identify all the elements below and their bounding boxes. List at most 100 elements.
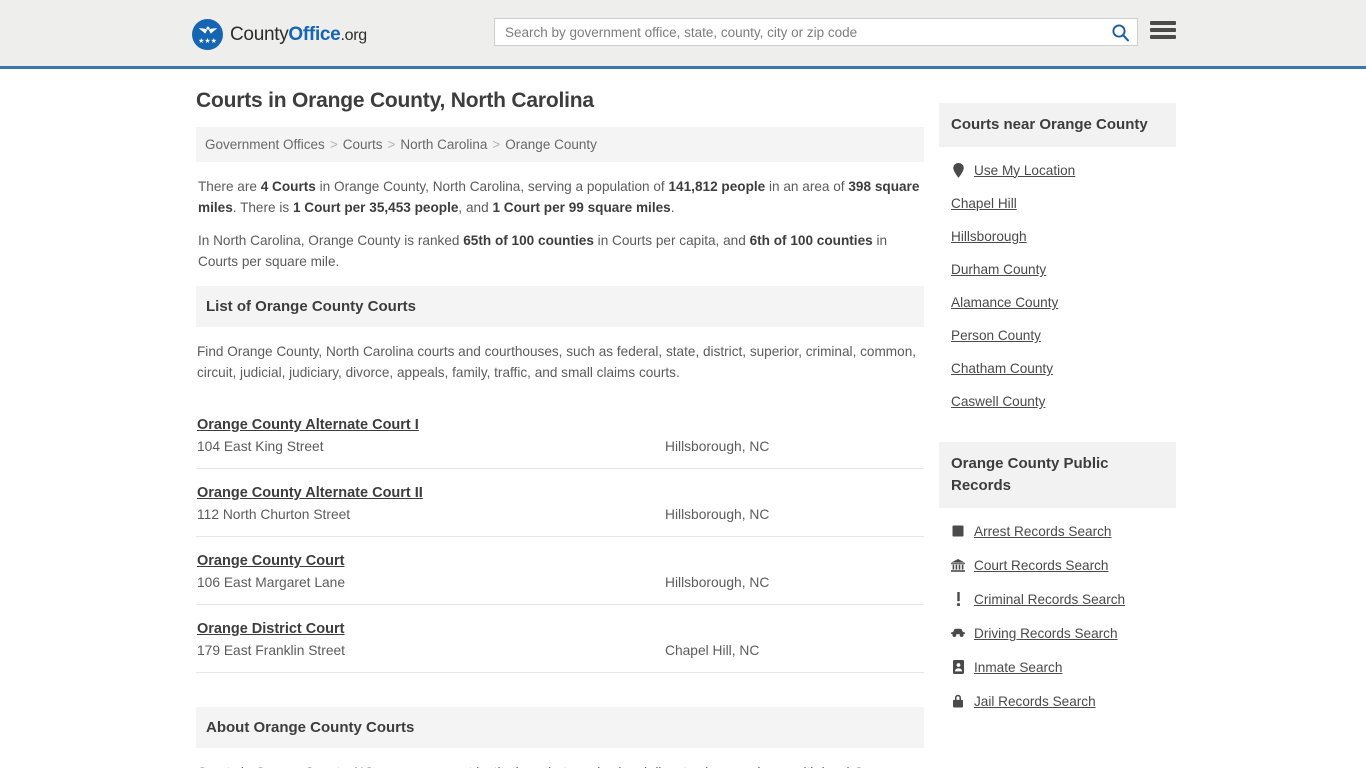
sidebar-item-driving-records-search[interactable]: Driving Records Search — [939, 616, 1176, 650]
stat-text: in Orange County, North Carolina, servin… — [315, 179, 669, 194]
court-address: 106 East Margaret Lane — [197, 575, 346, 590]
nearby-courts-heading: Courts near Orange County — [939, 103, 1176, 147]
logo-text-county: County — [230, 23, 289, 45]
court-city: Chapel Hill, NC — [665, 643, 760, 658]
page-title: Courts in Orange County, North Carolina — [196, 89, 594, 112]
stat-value: 1 Court per 35,453 people — [292, 200, 459, 215]
court-name-link[interactable]: Orange County Alternate Court I — [197, 417, 419, 433]
sidebar-item-chatham-county[interactable]: Chatham County — [939, 352, 1176, 385]
breadcrumb-separator: > — [387, 137, 396, 152]
public-records-heading: Orange County Public Records — [939, 442, 1176, 508]
public-records-card: Orange County Public Records Arrest Reco… — [939, 442, 1176, 718]
breadcrumb-separator: > — [329, 137, 338, 152]
court-name-link[interactable]: Orange District Court — [197, 621, 344, 637]
logo-text-org: .org — [340, 26, 367, 44]
arrest-square-icon — [951, 523, 965, 539]
list-section-heading: List of Orange County Courts — [196, 286, 924, 327]
list-section-description: Find Orange County, North Carolina court… — [197, 344, 917, 380]
sidebar-item-jail-records-search[interactable]: Jail Records Search — [939, 684, 1176, 718]
sidebar-link-label[interactable]: Person County — [951, 328, 1041, 343]
sidebar-item-use-my-location[interactable]: Use My Location — [939, 153, 1176, 187]
nearby-courts-card: Courts near Orange County Use My Locatio… — [939, 103, 1176, 418]
courthouse-icon — [951, 557, 965, 573]
sidebar-item-alamance-county[interactable]: Alamance County — [939, 286, 1176, 319]
breadcrumb-item-courts[interactable]: Courts — [343, 137, 383, 152]
breadcrumb-item-government-offices[interactable]: Government Offices — [205, 137, 325, 152]
sidebar-item-criminal-records-search[interactable]: Criminal Records Search — [939, 582, 1176, 616]
car-icon — [951, 625, 965, 641]
sidebar-link-label[interactable]: Court Records Search — [974, 558, 1108, 573]
sidebar-item-hillsborough[interactable]: Hillsborough — [939, 220, 1176, 253]
breadcrumb: Government Offices > Courts > North Carolina… — [196, 127, 924, 162]
search-bar[interactable] — [494, 18, 1138, 46]
site-header: ★★★ CountyOffice.org — [0, 0, 1366, 69]
breadcrumb-item-north-carolina[interactable]: North Carolina — [400, 137, 487, 152]
search-button[interactable] — [1103, 19, 1137, 45]
map-pin-icon — [951, 162, 965, 178]
sidebar-link-label[interactable]: Durham County — [951, 262, 1046, 277]
sidebar: Courts near Orange County Use My Locatio… — [939, 69, 1176, 768]
sidebar-item-chapel-hill[interactable]: Chapel Hill — [939, 187, 1176, 220]
court-city: Hillsborough, NC — [665, 507, 770, 522]
stat-text: . There is — [232, 200, 293, 215]
logo-text: CountyOffice.org — [230, 24, 367, 46]
sidebar-link-label[interactable]: Chatham County — [951, 361, 1053, 376]
table-row: Orange District Court 179 East Franklin … — [196, 605, 924, 673]
table-row: Orange County Alternate Court I 104 East… — [196, 401, 924, 469]
table-row: Orange County Alternate Court II 112 Nor… — [196, 469, 924, 537]
court-name-link[interactable]: Orange County Court — [197, 553, 344, 569]
nearby-courts-list: Use My Location Chapel Hill Hillsborough… — [939, 147, 1176, 418]
table-row: Orange County Court 106 East Margaret La… — [196, 537, 924, 605]
id-badge-icon — [951, 659, 965, 675]
sidebar-item-person-county[interactable]: Person County — [939, 319, 1176, 352]
court-list: Orange County Alternate Court I 104 East… — [196, 401, 924, 673]
sidebar-item-durham-county[interactable]: Durham County — [939, 253, 1176, 286]
stat-value: 1 Court per 99 square miles — [492, 200, 671, 215]
intro-paragraph-2: In North Carolina, Orange County is rank… — [197, 230, 923, 272]
site-logo[interactable]: ★★★ CountyOffice.org — [192, 19, 367, 50]
sidebar-link-label[interactable]: Use My Location — [974, 163, 1075, 178]
stat-value: 6th of 100 counties — [749, 233, 873, 248]
lock-icon — [951, 693, 965, 709]
hamburger-menu-icon[interactable] — [1150, 19, 1176, 41]
hamburger-bar-3 — [1150, 35, 1176, 39]
hamburger-bar-1 — [1150, 21, 1176, 25]
breadcrumb-item-orange-county[interactable]: Orange County — [505, 137, 597, 152]
intro-paragraph-1: There are 4 Courts in Orange County, Nor… — [197, 176, 923, 218]
stat-value: 4 Courts — [260, 179, 316, 194]
about-section-heading: About Orange County Courts — [196, 707, 924, 748]
sidebar-link-label[interactable]: Alamance County — [951, 295, 1058, 310]
court-address: 179 East Franklin Street — [197, 643, 346, 658]
search-icon — [1111, 23, 1129, 41]
eagle-glyph — [198, 26, 217, 34]
sidebar-item-inmate-search[interactable]: Inmate Search — [939, 650, 1176, 684]
court-detail: 106 East Margaret Lane Hillsborough, NC — [197, 575, 923, 590]
sidebar-item-caswell-county[interactable]: Caswell County — [939, 385, 1176, 418]
stat-text: In North Carolina, Orange County is rank… — [198, 233, 464, 248]
breadcrumb-separator: > — [492, 137, 501, 152]
stars-glyph: ★★★ — [198, 38, 217, 45]
sidebar-item-arrest-records-search[interactable]: Arrest Records Search — [939, 514, 1176, 548]
stat-value: 65th of 100 counties — [463, 233, 594, 248]
court-address: 112 North Churton Street — [197, 507, 351, 522]
sidebar-link-label[interactable]: Hillsborough — [951, 229, 1027, 244]
sidebar-link-label[interactable]: Arrest Records Search — [974, 524, 1112, 539]
about-section-text: Courts in Orange County, NC are governme… — [196, 762, 924, 768]
sidebar-link-label[interactable]: Jail Records Search — [974, 694, 1096, 709]
sidebar-link-label[interactable]: Chapel Hill — [951, 196, 1017, 211]
stat-value: 141,812 people — [668, 179, 766, 194]
public-records-list: Arrest Records Search Court Records Sear… — [939, 508, 1176, 718]
sidebar-link-label[interactable]: Caswell County — [951, 394, 1045, 409]
sidebar-item-court-records-search[interactable]: Court Records Search — [939, 548, 1176, 582]
intro-statistics: There are 4 Courts in Orange County, Nor… — [196, 176, 924, 272]
search-input[interactable] — [495, 19, 1103, 45]
about-section: About Orange County Courts Courts in Ora… — [196, 707, 924, 768]
stat-text: There are — [198, 179, 261, 194]
sidebar-link-label[interactable]: Inmate Search — [974, 660, 1062, 675]
exclamation-icon — [951, 591, 965, 607]
stat-text: , and — [458, 200, 493, 215]
court-detail: 112 North Churton Street Hillsborough, N… — [197, 507, 923, 522]
sidebar-link-label[interactable]: Criminal Records Search — [974, 592, 1125, 607]
court-name-link[interactable]: Orange County Alternate Court II — [197, 485, 423, 501]
sidebar-link-label[interactable]: Driving Records Search — [974, 626, 1118, 641]
